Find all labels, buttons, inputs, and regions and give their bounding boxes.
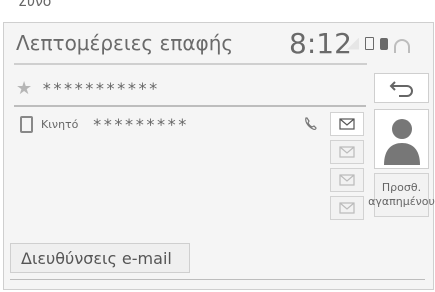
page-title: Λεπτομέρειες επαφής [16,31,234,55]
email-button-1[interactable] [330,112,364,136]
call-button[interactable] [296,110,326,138]
email-button-4[interactable] [330,196,364,220]
mobile-row[interactable]: Κινητό ********* [14,110,366,138]
back-arrow-icon [389,81,413,97]
envelope-icon [339,202,355,214]
email-button-3[interactable] [330,168,364,192]
envelope-icon [339,174,355,186]
back-button[interactable] [374,73,429,103]
mobile-label: Κινητό [41,117,79,131]
contact-details-screen: Λεπτομέρειες επαφής 8:12 ★ *********** Κ… [3,22,435,290]
sim-icon [365,37,374,50]
contact-photo[interactable] [374,109,429,169]
bottom-divider [10,279,425,280]
name-divider [14,105,366,107]
star-icon[interactable]: ★ [16,78,32,99]
email-addresses-button[interactable]: Διευθύνσεις e-mail [10,243,190,273]
person-silhouette-icon [383,119,420,165]
status-bar [347,37,410,53]
envelope-icon [339,118,355,130]
contact-name-row: ★ *********** [16,73,366,103]
wifi-icon [394,38,410,53]
cropped-heading: Συνο [18,0,52,10]
phone-call-icon [305,117,317,131]
top-cropped-text: Συνο [0,0,435,14]
bluetooth-icon [380,37,388,50]
add-favorite-line1: Προσθ. [381,180,422,194]
add-favorite-line2: αγαπημένου [368,195,435,208]
envelope-icon [339,146,355,158]
clock: 8:12 [289,27,352,60]
contact-name: *********** [42,78,159,98]
add-favorite-button[interactable]: Προσθ. αγαπημένου [368,173,435,217]
email-button-2[interactable] [330,140,364,164]
mobile-phone-icon [20,115,33,133]
signal-strength-icon [347,37,359,50]
header-divider [14,63,367,65]
mobile-number: ********* [92,114,189,134]
